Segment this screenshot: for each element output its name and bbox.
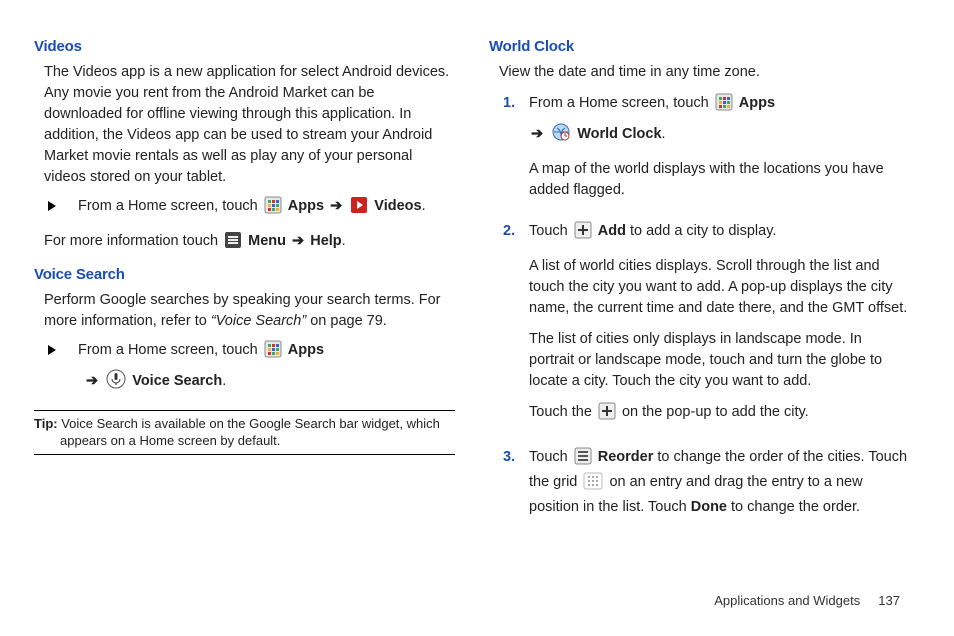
cross-ref: “Voice Search” [211,313,306,329]
drag-grid-icon [583,472,603,497]
period: . [662,126,666,142]
tip-text: Voice Search is available on the Google … [58,416,440,449]
step-3: 3. Touch Reorder to change the order of … [503,447,910,528]
heading-voice-search: Voice Search [34,264,455,286]
menu-icon [224,231,242,256]
voice-intro: Perform Google searches by speaking your… [44,290,455,332]
videos-more-info: For more information touch Menu ➔ Help. [44,231,455,256]
step-2-p3: The list of cities only displays in land… [529,329,910,392]
triangle-bullet-icon [48,345,56,355]
text: Touch the [529,404,596,420]
text: Touch [529,449,572,465]
step-number: 2. [503,221,529,242]
plus-icon [574,221,592,246]
world-clock-icon [551,122,571,149]
period: . [342,233,346,249]
step-number: 3. [503,447,529,468]
videos-label: Videos [374,198,421,214]
text: For more information touch [44,233,222,249]
right-column: World Clock View the date and time in an… [499,32,910,528]
step-2-line1: Touch Add to add a city to display. [529,221,910,246]
step-1: 1. From a Home screen, touch Apps ➔ Worl… [503,93,910,211]
text: Touch [529,223,572,239]
add-label: Add [598,223,626,239]
world-intro: View the date and time in any time zone. [499,62,910,83]
period: . [222,373,226,389]
step-2: 2. Touch Add to add a city to display. A… [503,221,910,437]
step-3-text: Touch Reorder to change the order of the… [529,447,910,518]
step-1-line1: From a Home screen, touch Apps [529,93,910,118]
text: to change the order. [727,499,860,515]
reorder-label: Reorder [598,449,654,465]
step-1-after: A map of the world displays with the loc… [529,159,910,201]
page-footer: Applications and Widgets 137 [714,593,900,608]
world-clock-label: World Clock [577,126,661,142]
reorder-icon [574,447,592,472]
tip-block: Tip: Voice Search is available on the Go… [34,410,455,455]
apps-grid-icon [264,340,282,365]
voice-step: From a Home screen, touch Apps [48,340,455,365]
step-2-p4: Touch the on the pop-up to add the city. [529,402,910,427]
voice-step-text: From a Home screen, touch Apps [78,340,324,365]
step-2-p2: A list of world cities displays. Scroll … [529,256,910,319]
apps-label: Apps [739,95,775,111]
page-body: Videos The Videos app is a new applicati… [0,0,954,528]
arrow-icon: ➔ [529,126,545,142]
videos-intro: The Videos app is a new application for … [44,62,455,188]
arrow-icon: ➔ [290,233,306,249]
text: on the pop-up to add the city. [622,404,809,420]
apps-label: Apps [288,198,324,214]
voice-search-icon [106,369,126,396]
apps-grid-icon [264,196,282,221]
apps-grid-icon [715,93,733,118]
arrow-icon: ➔ [84,373,100,389]
arrow-icon: ➔ [328,198,344,214]
videos-step: From a Home screen, touch Apps ➔ Videos. [48,196,455,221]
videos-icon [350,196,368,221]
tip-label: Tip: [34,416,58,431]
videos-step-text: From a Home screen, touch Apps ➔ Videos. [78,196,426,221]
text: to add a city to display. [626,223,776,239]
apps-label: Apps [288,342,324,358]
footer-page-number: 137 [878,593,900,608]
left-column: Videos The Videos app is a new applicati… [44,32,455,528]
voice-search-label: Voice Search [132,373,222,389]
done-label: Done [691,499,727,515]
text: on page 79. [306,313,387,329]
footer-section: Applications and Widgets [714,593,860,608]
text: From a Home screen, touch [78,342,262,358]
step-1-line2: ➔ World Clock. [529,122,910,149]
heading-world-clock: World Clock [489,36,910,58]
menu-label: Menu [248,233,286,249]
voice-step-cont: ➔ Voice Search. [84,369,455,396]
period: . [422,198,426,214]
text: From a Home screen, touch [529,95,713,111]
plus-icon [598,402,616,427]
triangle-bullet-icon [48,201,56,211]
help-label: Help [310,233,341,249]
step-number: 1. [503,93,529,114]
text: From a Home screen, touch [78,198,262,214]
heading-videos: Videos [34,36,455,58]
